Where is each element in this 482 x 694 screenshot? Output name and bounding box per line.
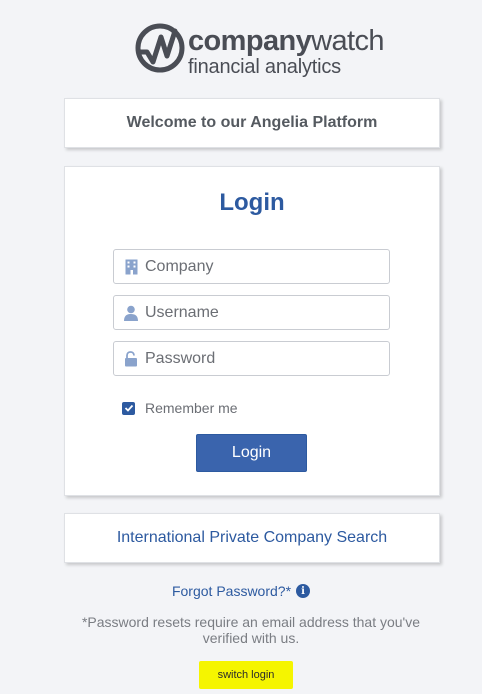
remember-me-label: Remember me — [145, 400, 238, 416]
welcome-text: Welcome to our Angelia Platform — [126, 114, 378, 131]
logo-mark-icon — [135, 23, 185, 73]
login-title: Login — [219, 189, 285, 216]
login-page: companywatch financial analytics Welcome… — [0, 0, 482, 694]
user-icon — [123, 305, 139, 321]
switch-login-link[interactable]: switch login — [199, 661, 293, 689]
login-button[interactable]: Login — [196, 434, 307, 472]
remember-me[interactable]: Remember me — [122, 400, 238, 416]
logo-tagline: financial analytics — [188, 56, 341, 78]
forgot-password: Forgot Password?* i — [0, 583, 482, 599]
building-icon — [123, 259, 139, 275]
username-input[interactable] — [145, 303, 375, 322]
username-field[interactable] — [113, 295, 390, 330]
unlock-icon — [123, 350, 139, 367]
forgot-password-link[interactable]: Forgot Password?* — [172, 583, 291, 599]
international-search-link[interactable]: International Private Company Search — [117, 529, 387, 547]
login-form: Login Company Username Remember me Login — [64, 166, 440, 496]
password-field[interactable] — [113, 341, 390, 376]
company-logo: companywatch financial analytics — [134, 22, 384, 78]
remember-me-checkbox[interactable] — [122, 401, 135, 415]
international-search-card[interactable]: International Private Company Search — [64, 513, 440, 563]
welcome-banner: Welcome to our Angelia Platform — [64, 98, 440, 148]
company-field[interactable] — [113, 249, 390, 284]
check-icon — [124, 404, 133, 412]
info-icon[interactable]: i — [296, 584, 311, 598]
logo-wordmark: companywatch — [188, 25, 384, 57]
company-input[interactable] — [145, 257, 375, 276]
password-reset-note: *Password resets require an email addres… — [81, 614, 421, 646]
password-input[interactable] — [145, 349, 375, 368]
